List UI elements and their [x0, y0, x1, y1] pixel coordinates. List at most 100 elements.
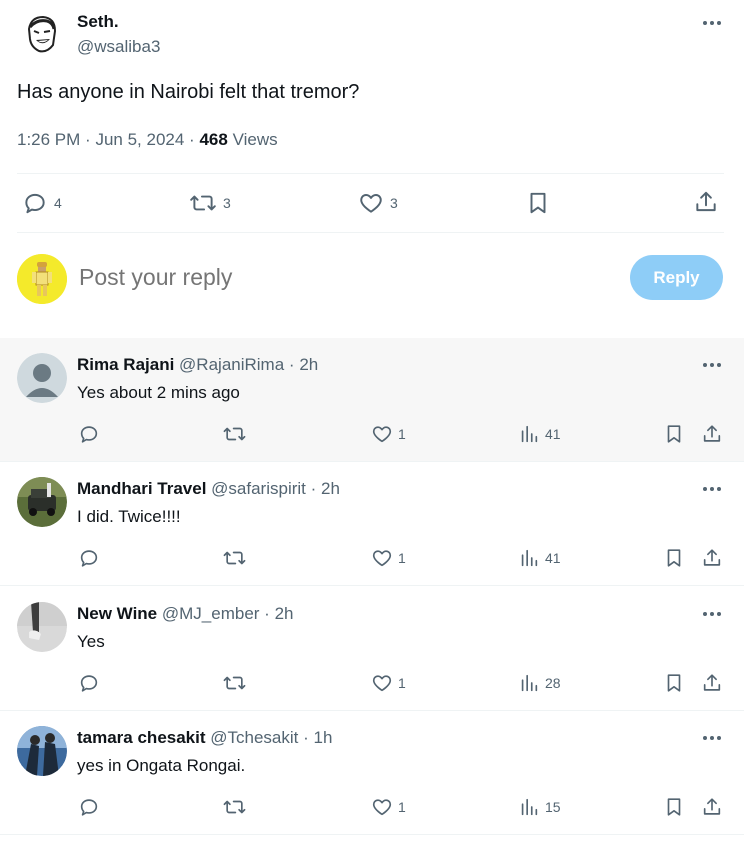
like-count: 1 — [398, 799, 406, 815]
tweet-time[interactable]: 1:26 PM — [17, 130, 80, 149]
bookmark-action[interactable] — [663, 796, 685, 818]
reply-age[interactable]: 2h — [321, 479, 340, 498]
like-action[interactable]: 1 — [371, 672, 406, 694]
heart-icon — [358, 190, 384, 216]
bookmark-action[interactable] — [525, 190, 551, 216]
like-count: 1 — [398, 426, 406, 442]
reply-action[interactable] — [78, 672, 100, 694]
share-icon — [701, 547, 723, 569]
reply-button[interactable]: Reply — [630, 255, 723, 300]
avatar[interactable] — [17, 353, 67, 403]
divider — [17, 173, 724, 174]
reply-icon — [78, 672, 100, 694]
reply-text: yes in Ongata Rongai. — [77, 756, 246, 775]
reply-author-name[interactable]: Rima Rajani — [77, 355, 174, 374]
repost-icon — [189, 190, 217, 216]
reply-icon — [78, 547, 100, 569]
reply-text: Yes — [77, 632, 105, 651]
share-action[interactable] — [701, 672, 723, 694]
views-action[interactable]: 41 — [518, 423, 561, 445]
reply-action[interactable]: 4 — [22, 190, 62, 216]
reply-item[interactable]: tamara chesakit @Tchesakit · 1h yes in O… — [0, 711, 744, 835]
repost-action[interactable]: 3 — [189, 190, 231, 216]
reply-age[interactable]: 2h — [275, 604, 294, 623]
like-action[interactable]: 1 — [371, 796, 406, 818]
repost-action[interactable] — [222, 423, 247, 445]
reply-author-handle[interactable]: @MJ_ember — [162, 604, 260, 623]
heart-icon — [371, 547, 393, 569]
views-count: 15 — [545, 799, 561, 815]
reply-author-name[interactable]: tamara chesakit — [77, 728, 206, 747]
like-count: 1 — [398, 550, 406, 566]
bookmark-icon — [663, 796, 685, 818]
like-action[interactable]: 1 — [371, 423, 406, 445]
views-count: 41 — [545, 550, 561, 566]
share-action[interactable] — [701, 423, 723, 445]
views-count: 468 — [199, 130, 228, 149]
more-options-icon[interactable] — [700, 479, 724, 499]
repost-icon — [222, 672, 247, 694]
meta-separator: · — [85, 130, 91, 149]
tweet-date[interactable]: Jun 5, 2024 — [95, 130, 184, 149]
meta-separator: · — [189, 130, 195, 149]
repost-action[interactable] — [222, 672, 247, 694]
meta-separator: · — [310, 479, 317, 498]
bookmark-action[interactable] — [663, 423, 685, 445]
reply-age[interactable]: 2h — [299, 355, 318, 374]
like-action[interactable]: 1 — [371, 547, 406, 569]
avatar[interactable] — [17, 602, 67, 652]
repost-action[interactable] — [222, 796, 247, 818]
meta-separator: · — [288, 355, 295, 374]
views-action[interactable]: 28 — [518, 672, 561, 694]
share-icon — [701, 796, 723, 818]
views-action[interactable]: 15 — [518, 796, 561, 818]
more-options-icon[interactable] — [700, 604, 724, 624]
reply-header: Mandhari Travel @safarispirit · 2h — [77, 479, 340, 499]
reply-author-name[interactable]: Mandhari Travel — [77, 479, 206, 498]
views-count: 41 — [545, 426, 561, 442]
reply-author-handle[interactable]: @RajaniRima — [179, 355, 284, 374]
reply-header: tamara chesakit @Tchesakit · 1h — [77, 728, 332, 748]
more-options-icon[interactable] — [700, 728, 724, 748]
author-handle[interactable]: @wsaliba3 — [77, 37, 160, 57]
author-name[interactable]: Seth. — [77, 12, 119, 32]
reply-icon — [78, 796, 100, 818]
avatar[interactable] — [17, 477, 67, 527]
heart-icon — [371, 796, 393, 818]
more-options-icon[interactable] — [700, 13, 724, 33]
reply-icon — [78, 423, 100, 445]
bookmark-icon — [663, 423, 685, 445]
share-action[interactable] — [701, 796, 723, 818]
author-avatar[interactable] — [17, 11, 65, 59]
divider — [17, 232, 724, 233]
views-count: 28 — [545, 675, 561, 691]
bookmark-action[interactable] — [663, 547, 685, 569]
repost-count: 3 — [223, 195, 231, 211]
meta-separator: · — [264, 604, 270, 623]
bookmark-action[interactable] — [663, 672, 685, 694]
repost-action[interactable] — [222, 547, 247, 569]
reply-text: I did. Twice!!!! — [77, 507, 181, 526]
reply-action[interactable] — [78, 547, 100, 569]
share-action[interactable] — [693, 189, 719, 215]
analytics-icon — [518, 547, 540, 569]
reply-author-name[interactable]: New Wine — [77, 604, 157, 623]
reply-author-handle[interactable]: @Tchesakit — [210, 728, 298, 747]
like-action[interactable]: 3 — [358, 190, 398, 216]
more-options-icon[interactable] — [700, 355, 724, 375]
avatar[interactable] — [17, 726, 67, 776]
reply-icon — [22, 190, 48, 216]
reply-item[interactable]: New Wine @MJ_ember · 2h Yes 1 28 — [0, 587, 744, 711]
reply-item[interactable]: Rima Rajani @RajaniRima · 2h Yes about 2… — [0, 338, 744, 462]
bookmark-icon — [525, 190, 551, 216]
views-action[interactable]: 41 — [518, 547, 561, 569]
reply-age[interactable]: 1h — [314, 728, 333, 747]
reply-author-handle[interactable]: @safarispirit — [211, 479, 306, 498]
reply-input[interactable] — [79, 264, 579, 291]
reply-item[interactable]: Mandhari Travel @safarispirit · 2h I did… — [0, 462, 744, 586]
user-avatar[interactable] — [17, 254, 67, 304]
share-icon — [693, 189, 719, 215]
reply-action[interactable] — [78, 423, 100, 445]
reply-action[interactable] — [78, 796, 100, 818]
share-action[interactable] — [701, 547, 723, 569]
